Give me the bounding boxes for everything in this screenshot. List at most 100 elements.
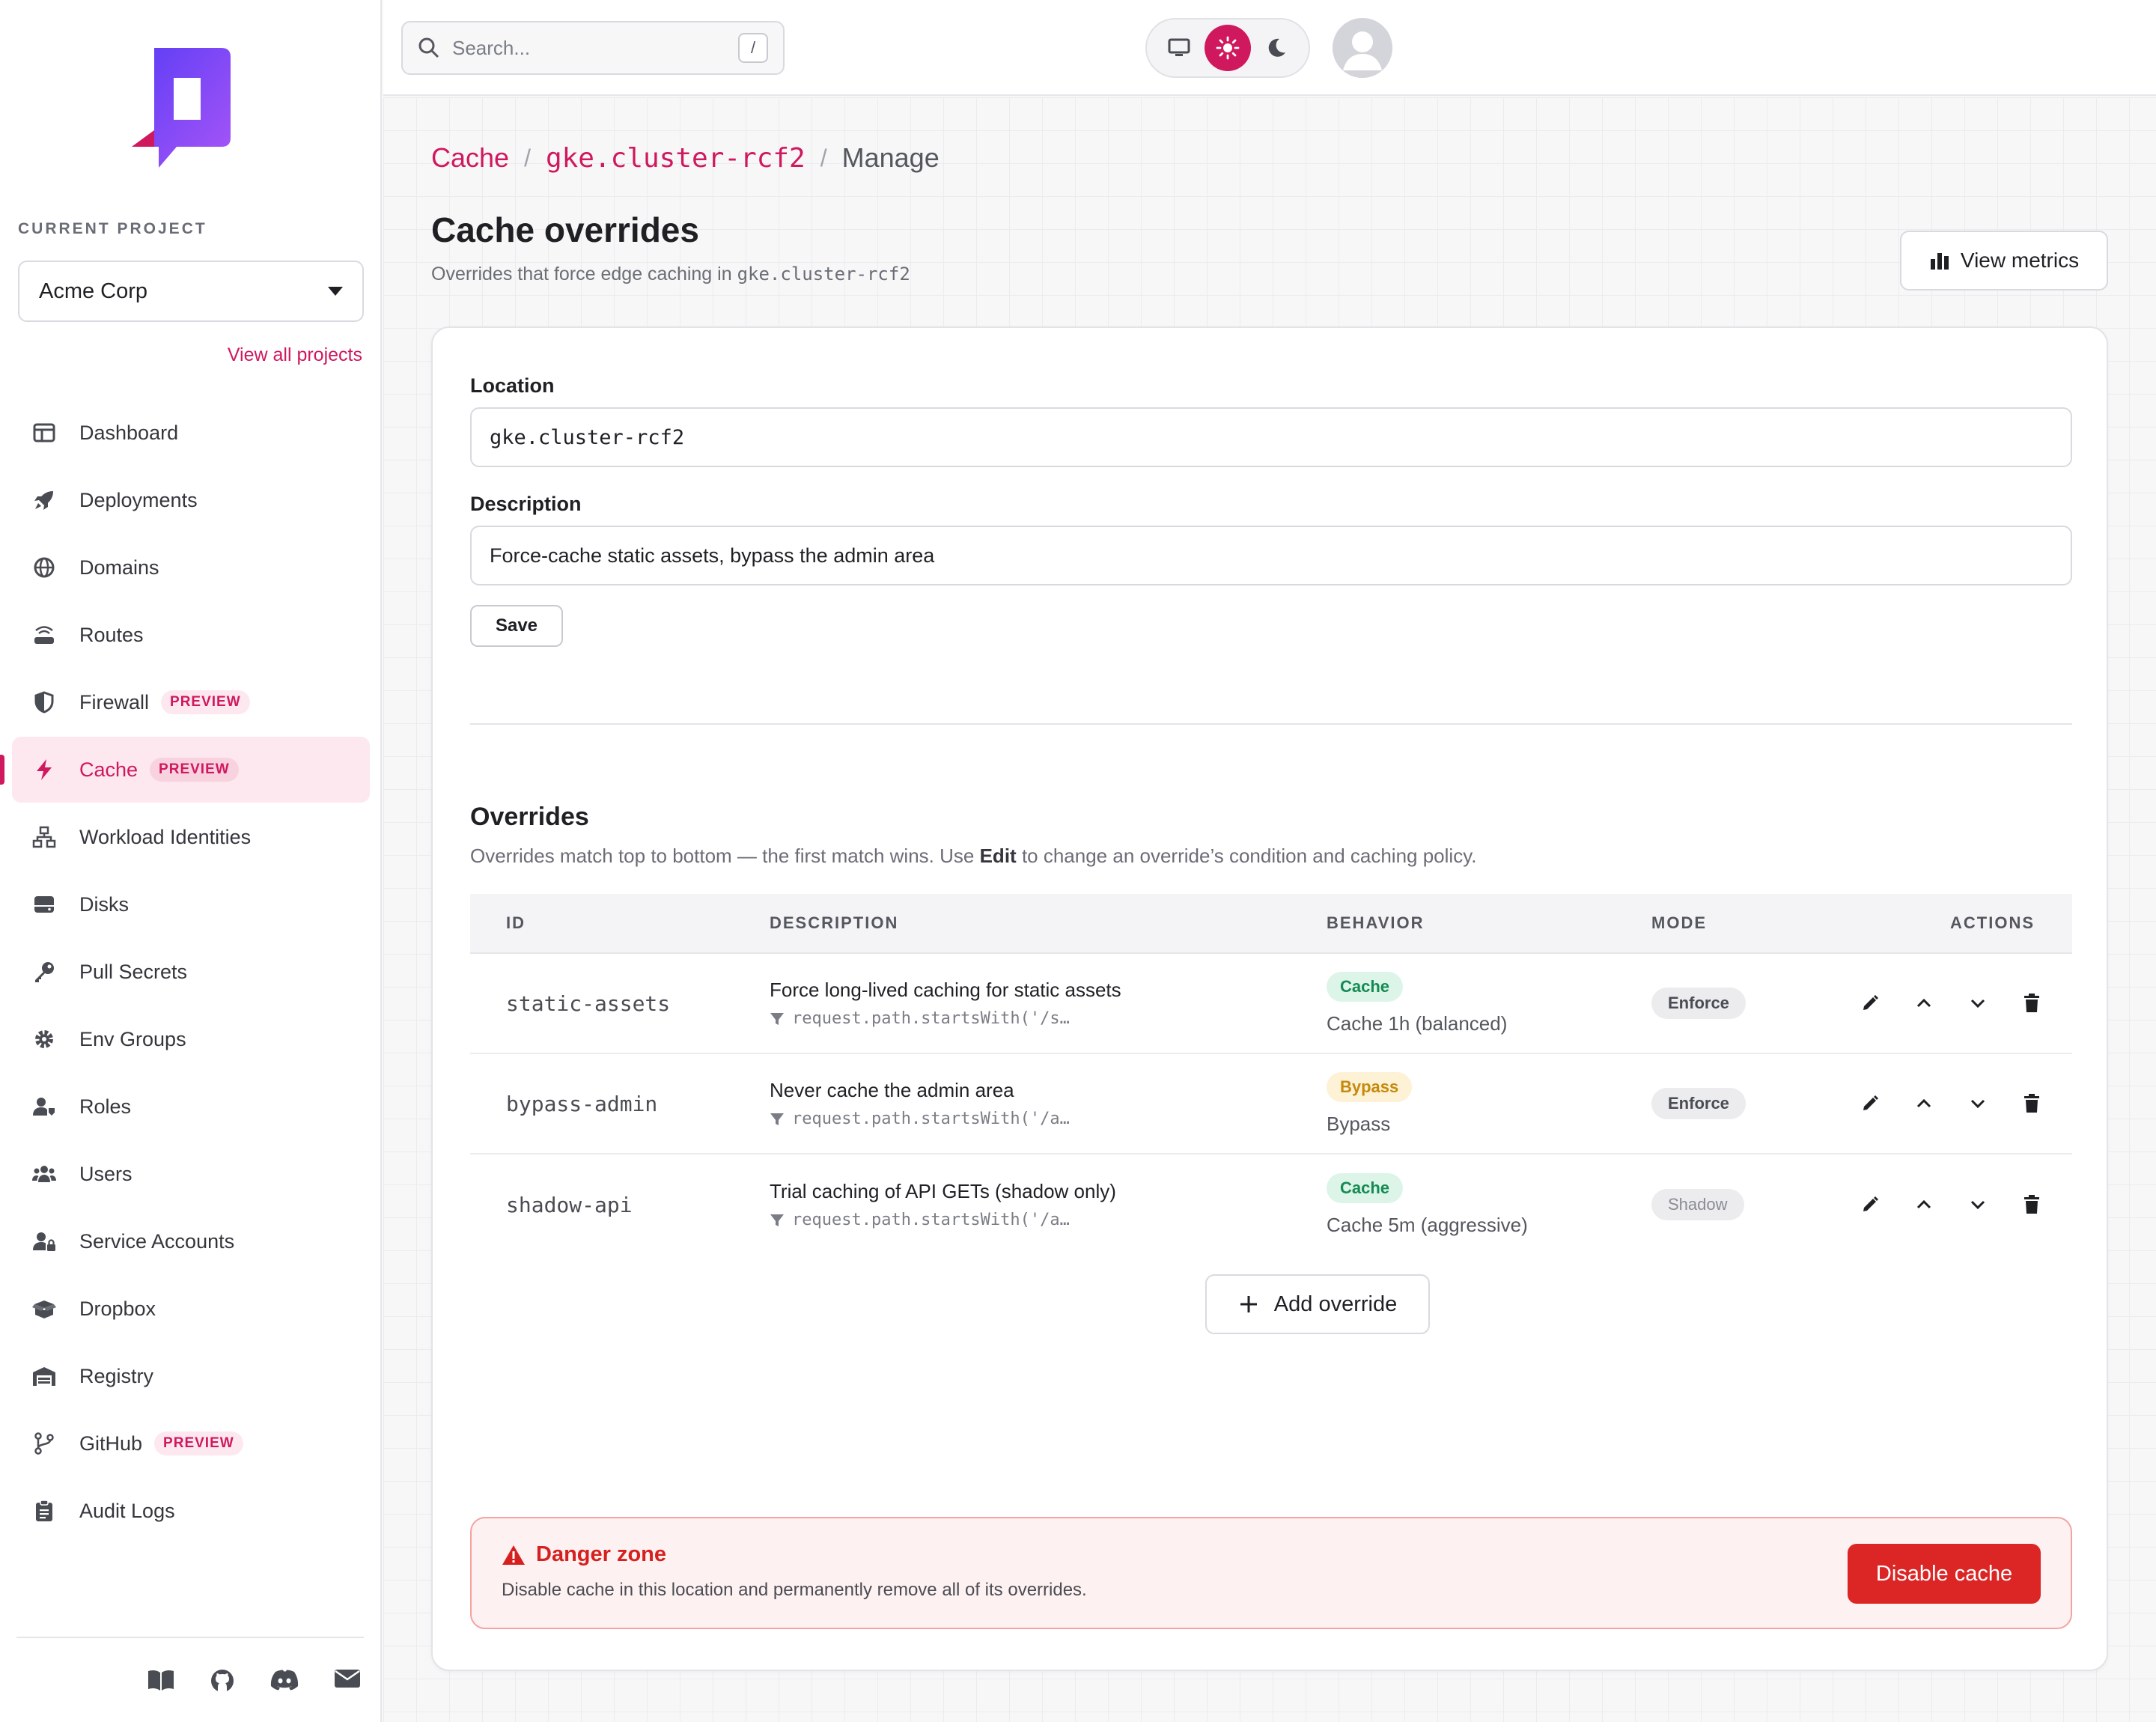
edit-icon[interactable] [1860, 993, 1881, 1014]
column-header-actions: ACTIONS [1950, 913, 2035, 932]
logo-icon[interactable] [132, 48, 231, 168]
override-condition: request.path.startsWith('/a… [770, 1110, 1327, 1128]
desktop-icon [1168, 38, 1190, 56]
globe-icon [31, 555, 57, 580]
disable-cache-button[interactable]: Disable cache [1848, 1544, 2041, 1604]
breadcrumb-cache-link[interactable]: Cache [431, 142, 509, 174]
override-behavior-cell: Bypass Bypass [1327, 1071, 1651, 1136]
trash-icon[interactable] [2021, 1093, 2042, 1114]
view-all-projects-link[interactable]: View all projects [138, 344, 362, 366]
view-metrics-button[interactable]: View metrics [1900, 231, 2108, 290]
move-down-icon[interactable] [1967, 993, 1988, 1014]
sidebar-item-label: Routes [79, 623, 144, 646]
move-up-icon[interactable] [1913, 993, 1934, 1014]
location-field[interactable]: gke.cluster-rcf2 [470, 407, 2072, 467]
sidebar-item-workload-identities[interactable]: Workload Identities [12, 804, 370, 870]
router-icon [31, 622, 57, 648]
sidebar-item-github[interactable]: GitHub PREVIEW [12, 1411, 370, 1476]
project-select[interactable]: Acme Corp [18, 261, 364, 322]
override-condition-text: request.path.startsWith('/a… [792, 1211, 1070, 1229]
github-icon[interactable] [210, 1668, 235, 1697]
search-box[interactable]: Search... / [401, 21, 785, 75]
sidebar-item-dropbox[interactable]: Dropbox [12, 1276, 370, 1342]
breadcrumb-location-link[interactable]: gke.cluster-rcf2 [546, 143, 806, 174]
override-mode-cell: Shadow [1651, 1189, 1839, 1220]
trash-icon[interactable] [2021, 1194, 2042, 1215]
sidebar: CURRENT PROJECT Acme Corp View all proje… [0, 0, 382, 1722]
mode-badge: Shadow [1651, 1189, 1744, 1220]
mail-icon[interactable] [334, 1668, 361, 1697]
moon-icon [1269, 38, 1286, 57]
filter-icon [770, 1113, 784, 1125]
sidebar-item-users[interactable]: Users [12, 1141, 370, 1207]
clipboard-icon [31, 1498, 57, 1524]
page-title: Cache overrides [431, 210, 699, 249]
search-placeholder: Search... [452, 36, 531, 59]
preview-badge: PREVIEW [150, 758, 239, 782]
branch-icon [31, 1431, 57, 1456]
move-up-icon[interactable] [1913, 1194, 1934, 1215]
preview-badge: PREVIEW [154, 1432, 243, 1455]
column-header-id: ID [506, 913, 526, 932]
sun-icon [1216, 36, 1240, 60]
move-up-icon[interactable] [1913, 1093, 1934, 1114]
overrides-title: Overrides [470, 803, 589, 831]
filter-icon [770, 1214, 784, 1226]
mode-badge: Enforce [1651, 988, 1746, 1019]
override-description: Force long-lived caching for static asse… [770, 979, 1121, 1001]
sidebar-item-label: Workload Identities [79, 825, 252, 848]
sidebar-item-audit-logs[interactable]: Audit Logs [12, 1478, 370, 1544]
description-field[interactable]: Force-cache static assets, bypass the ad… [470, 526, 2072, 585]
sidebar-item-label: GitHub [79, 1432, 143, 1455]
sidebar-item-service-accounts[interactable]: Service Accounts [12, 1208, 370, 1274]
breadcrumb-current: Manage [841, 142, 940, 173]
theme-option-desktop[interactable] [1156, 25, 1202, 71]
sidebar-item-registry[interactable]: Registry [12, 1343, 370, 1409]
edit-icon[interactable] [1860, 1093, 1881, 1114]
sidebar-item-deployments[interactable]: Deployments [12, 467, 370, 533]
sidebar-item-routes[interactable]: Routes [12, 602, 370, 668]
network-icon [31, 824, 57, 850]
add-override-button[interactable]: Add override [1205, 1274, 1430, 1334]
users-icon [31, 1161, 57, 1187]
column-header-mode: MODE [1651, 913, 1707, 932]
move-down-icon[interactable] [1967, 1093, 1988, 1114]
sidebar-item-env-groups[interactable]: Env Groups [12, 1006, 370, 1072]
sidebar-item-pull-secrets[interactable]: Pull Secrets [12, 939, 370, 1005]
page-subtitle: Overrides that force edge caching in gke… [431, 264, 910, 285]
override-description: Never cache the admin area [770, 1079, 1014, 1101]
behavior-detail: Cache 1h (balanced) [1327, 1011, 1508, 1035]
user-tag-icon [31, 1094, 57, 1119]
sidebar-item-firewall[interactable]: Firewall PREVIEW [12, 669, 370, 735]
page-subtitle-location: gke.cluster-rcf2 [737, 264, 910, 285]
table-row: static-assets Force long-lived caching f… [470, 954, 2072, 1054]
user-avatar-icon [1333, 18, 1392, 78]
avatar[interactable] [1333, 18, 1392, 78]
sidebar-item-dashboard[interactable]: Dashboard [12, 400, 370, 466]
override-actions [1839, 993, 2072, 1014]
discord-icon[interactable] [270, 1668, 299, 1697]
theme-option-dark[interactable] [1253, 25, 1300, 71]
override-description-cell: Force long-lived caching for static asse… [770, 979, 1327, 1028]
gear-icon [31, 1026, 57, 1052]
override-description: Trial caching of API GETs (shadow only) [770, 1180, 1116, 1202]
sidebar-item-cache[interactable]: Cache PREVIEW [0, 737, 370, 803]
current-project-label: CURRENT PROJECT [18, 220, 207, 237]
shield-icon [31, 690, 57, 715]
book-icon[interactable] [147, 1668, 175, 1697]
trash-icon[interactable] [2021, 993, 2042, 1014]
override-actions [1839, 1093, 2072, 1114]
sidebar-item-roles[interactable]: Roles [12, 1074, 370, 1140]
sidebar-item-disks[interactable]: Disks [12, 871, 370, 937]
edit-icon[interactable] [1860, 1194, 1881, 1215]
theme-option-light[interactable] [1204, 25, 1251, 71]
sidebar-item-label: Dropbox [79, 1297, 156, 1320]
overrides-subtitle-before: Overrides match top to bottom — the firs… [470, 845, 975, 867]
table-header: ID DESCRIPTION BEHAVIOR MODE ACTIONS [470, 894, 2072, 954]
sidebar-item-label: Dashboard [79, 421, 179, 444]
sidebar-item-label: Cache [79, 758, 138, 781]
table-row: shadow-api Trial caching of API GETs (sh… [470, 1154, 2072, 1255]
sidebar-item-domains[interactable]: Domains [12, 535, 370, 600]
move-down-icon[interactable] [1967, 1194, 1988, 1215]
save-button[interactable]: Save [470, 605, 563, 647]
